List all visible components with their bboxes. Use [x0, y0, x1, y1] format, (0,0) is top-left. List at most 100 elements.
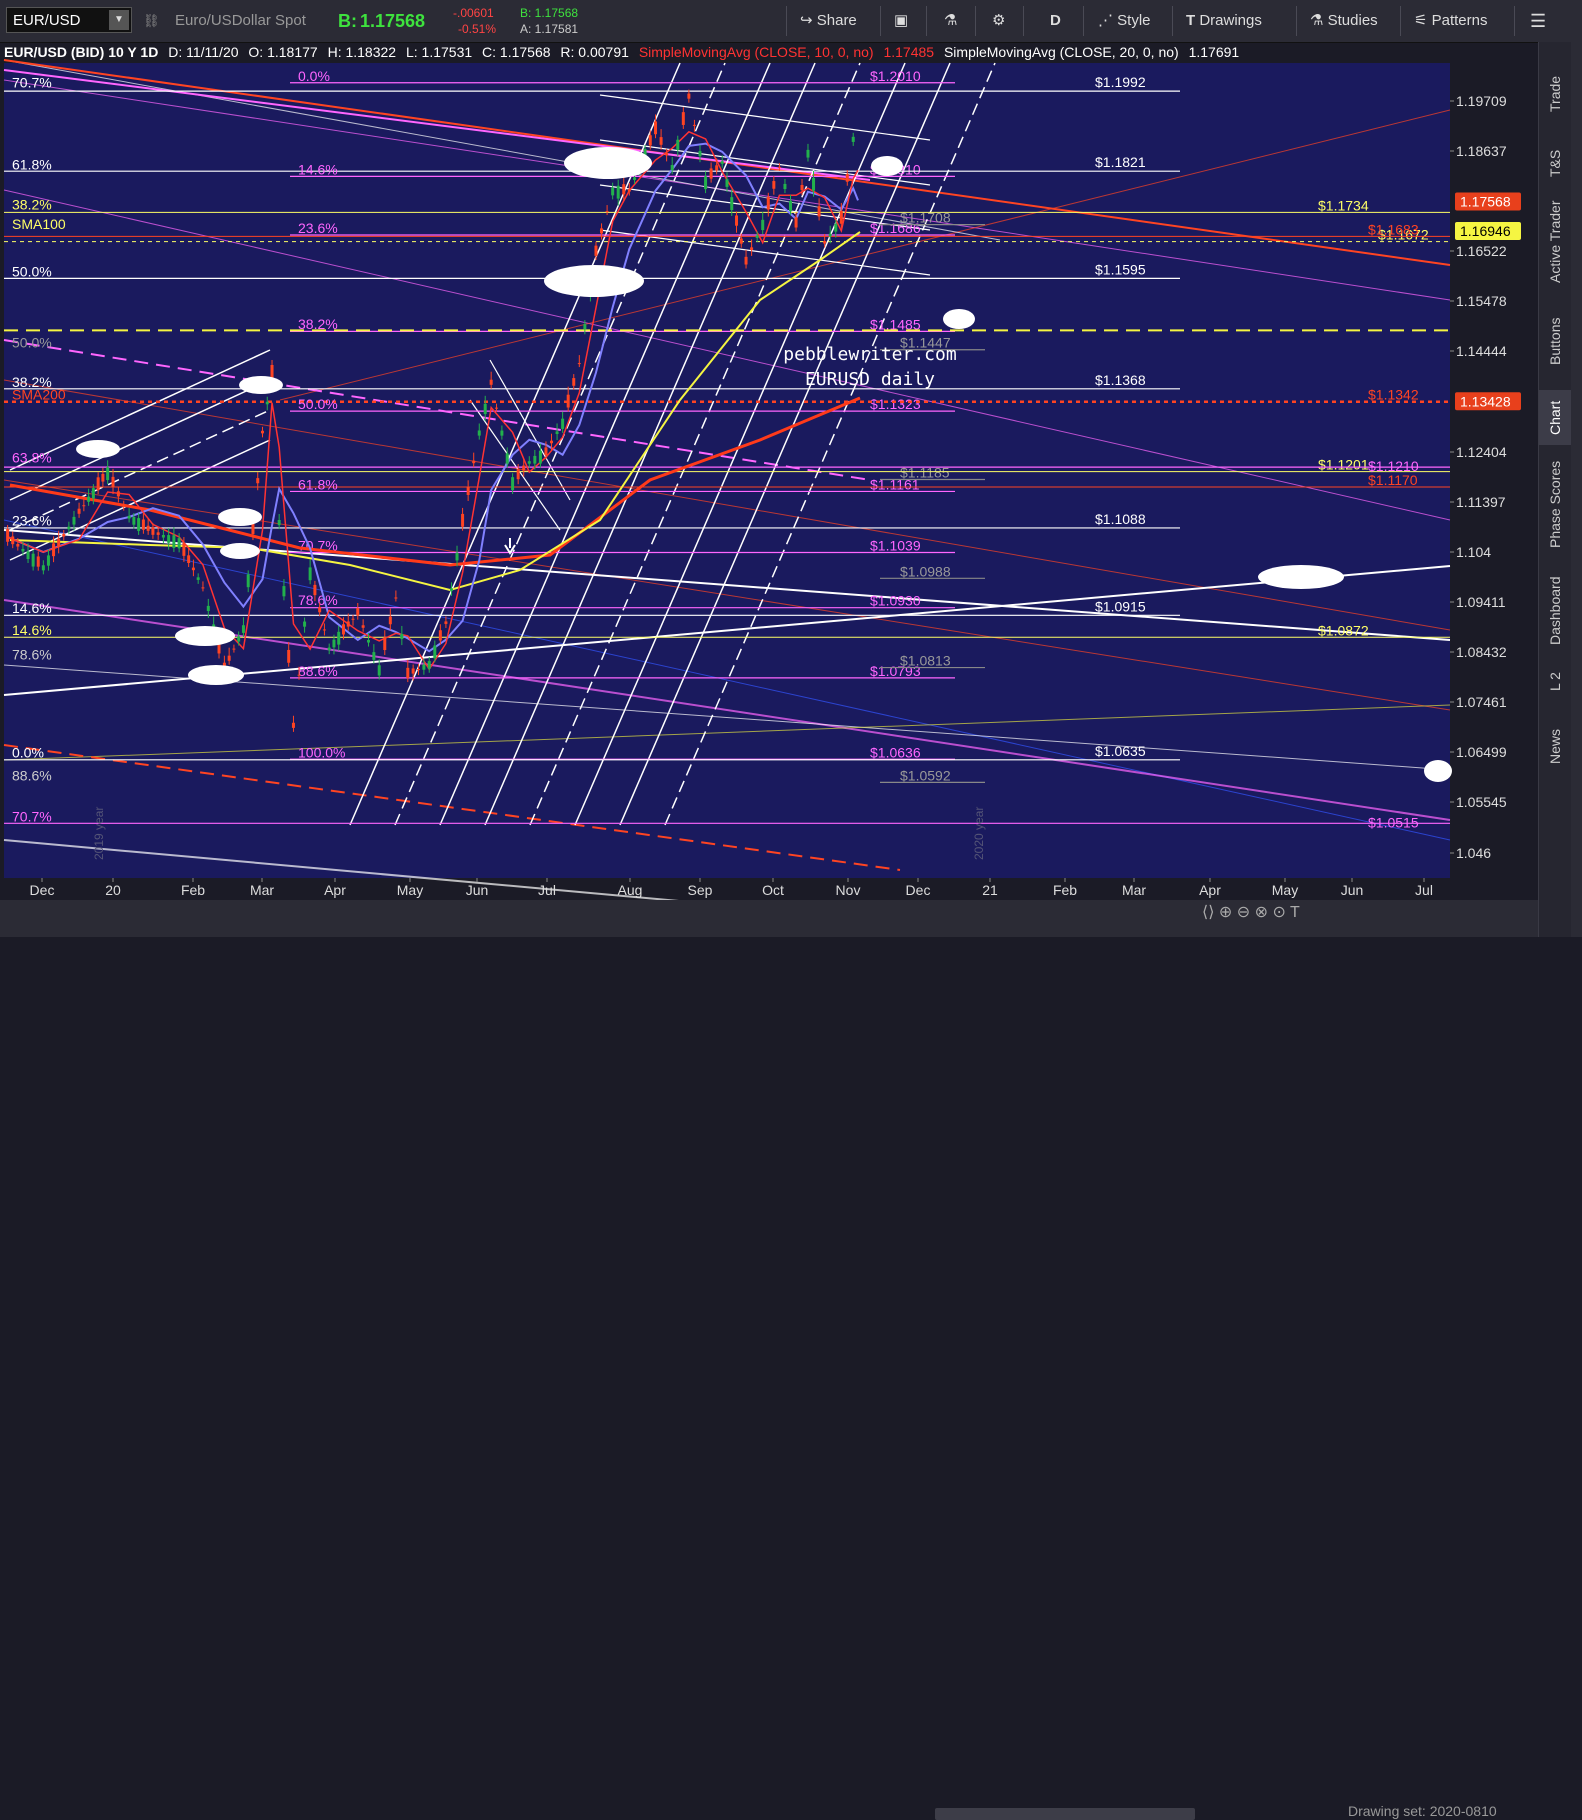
studies-icon: ⚗ [1310, 12, 1324, 29]
candle-body [52, 543, 56, 557]
candle-body [550, 440, 554, 444]
drawings-button[interactable]: T Drawings [1186, 0, 1262, 42]
separator [786, 6, 787, 36]
menu-icon[interactable]: ☰ [1530, 0, 1546, 42]
chevron-down-icon[interactable]: ▼ [109, 10, 129, 30]
candle-body [122, 505, 126, 507]
candle-body [433, 645, 437, 659]
x-axis-label: Jul [538, 882, 556, 898]
sma10-value: 1.17485 [883, 44, 935, 60]
y-axis-label: 1.07461 [1456, 694, 1507, 710]
candle-body [322, 629, 326, 631]
price-chart[interactable]: $1.2010$1.1810$1.1686$1.1485$1.1323$1.11… [0, 0, 1582, 937]
x-axis-label: Feb [1053, 882, 1077, 898]
sidebar-tab-active-trader[interactable]: Active Trader [1539, 192, 1571, 292]
sma20-value: 1.17691 [1188, 44, 1240, 60]
candle-body [670, 165, 674, 171]
candle-body [116, 491, 120, 497]
watermark-site: pebblewriter.com [783, 344, 956, 365]
candle-body [735, 215, 739, 226]
snapshot-icon[interactable]: ▣ [894, 0, 908, 42]
info-date: D: 11/11/20 [168, 44, 239, 60]
period-button[interactable]: D [1050, 0, 1061, 42]
highlight-marker [1424, 760, 1452, 782]
left-fib-label-2: 38.2% [12, 196, 52, 212]
candle-body [172, 535, 176, 548]
candle-body [101, 473, 105, 482]
candle-body [594, 245, 598, 256]
fib-pink-price-9: $1.0636 [870, 744, 921, 760]
left-fib-label-8: 63.8% [12, 450, 52, 466]
highlight-marker [544, 265, 644, 297]
y-axis-label: 1.09411 [1456, 594, 1506, 610]
candle-body [201, 587, 205, 589]
price-tag-label: 1.13428 [1460, 393, 1511, 409]
candle-body [659, 137, 663, 145]
highlight-marker [871, 156, 903, 176]
candle-body [561, 418, 565, 429]
candle-body [761, 219, 765, 231]
share-button[interactable]: ↪ Share [800, 0, 857, 42]
x-axis-label: 21 [982, 882, 998, 898]
flask-icon[interactable]: ⚗ [944, 0, 957, 42]
link-icon[interactable]: ⛓ [143, 0, 160, 42]
left-fib-label-11: 14.6% [12, 622, 52, 638]
separator [1023, 6, 1024, 36]
red-level-price-2: $1.1170 [1368, 472, 1418, 488]
fib-grey-price-3: $1.0988 [900, 563, 951, 579]
candle-body [495, 407, 499, 409]
candle-body [555, 431, 559, 434]
x-axis-label: Jul [1415, 882, 1433, 898]
separator [1514, 6, 1515, 36]
candle-body [246, 574, 250, 588]
gear-icon[interactable]: ⚙ [992, 0, 1005, 42]
candle-body [327, 647, 331, 651]
candle-body [291, 722, 295, 728]
symbol-selector[interactable]: EUR/USD ▼ [6, 7, 132, 33]
candle-body [583, 324, 587, 330]
candle-body [196, 577, 200, 580]
sidebar-tab-phase-scores[interactable]: Phase Scores [1539, 449, 1571, 559]
x-axis-label: Oct [762, 882, 784, 898]
sidebar-tab-dashboard[interactable]: Dashboard [1539, 563, 1571, 658]
candle-body [132, 517, 136, 525]
horizontal-scrollbar[interactable] [935, 1808, 1195, 1820]
left-fib-label-4: 50.0% [12, 263, 52, 279]
percent-change: -0.51% [458, 22, 497, 36]
candle-body [341, 624, 345, 635]
y-axis-label: 1.046 [1456, 845, 1491, 861]
info-range: R: 0.00791 [560, 44, 629, 60]
candle-body [527, 461, 531, 464]
candle-body [444, 621, 448, 624]
sidebar-tab-news[interactable]: News [1539, 706, 1571, 786]
left-fib-label-13: 0.0% [12, 744, 44, 760]
candle-body [282, 586, 286, 597]
candle-body [522, 465, 526, 471]
highlight-marker [1258, 565, 1344, 589]
candle-body [308, 567, 312, 581]
candle-body [600, 228, 604, 234]
sidebar-tab-buttons[interactable]: Buttons [1539, 296, 1571, 386]
y-axis-label: 1.05545 [1456, 794, 1507, 810]
x-axis-label: Sep [688, 882, 713, 898]
candle-body [72, 516, 76, 525]
style-button[interactable]: ⋰ Style [1098, 0, 1151, 42]
candle-body [277, 519, 281, 526]
studies-button[interactable]: ⚗ Studies [1310, 0, 1378, 42]
candle-body [427, 661, 431, 669]
sidebar-tab-chart[interactable]: Chart [1539, 390, 1571, 445]
candle-body [62, 533, 66, 537]
zoom-controls[interactable]: ⟨⟩ ⊕ ⊖ ⊗ ⊙ T [1202, 902, 1300, 922]
sidebar-tab-trade[interactable]: Trade [1539, 54, 1571, 134]
right-sidebar: Trade T&S Active Trader Buttons Chart Phase S… [1538, 42, 1571, 937]
fib-pink-price-7: $1.0930 [870, 593, 921, 609]
sidebar-tab-l-2[interactable]: L 2 [1539, 662, 1571, 702]
fib-grey-price-4: $1.0813 [900, 653, 951, 669]
sidebar-tab-t-s[interactable]: T&S [1539, 138, 1571, 188]
candle-body [789, 200, 793, 212]
red-level-price-0: $1.1683 [1368, 221, 1419, 237]
candle-body [41, 565, 45, 571]
patterns-button[interactable]: ⚟ Patterns [1414, 0, 1488, 42]
left-fib-label-15: 70.7% [12, 808, 52, 824]
candle-body [82, 505, 86, 507]
